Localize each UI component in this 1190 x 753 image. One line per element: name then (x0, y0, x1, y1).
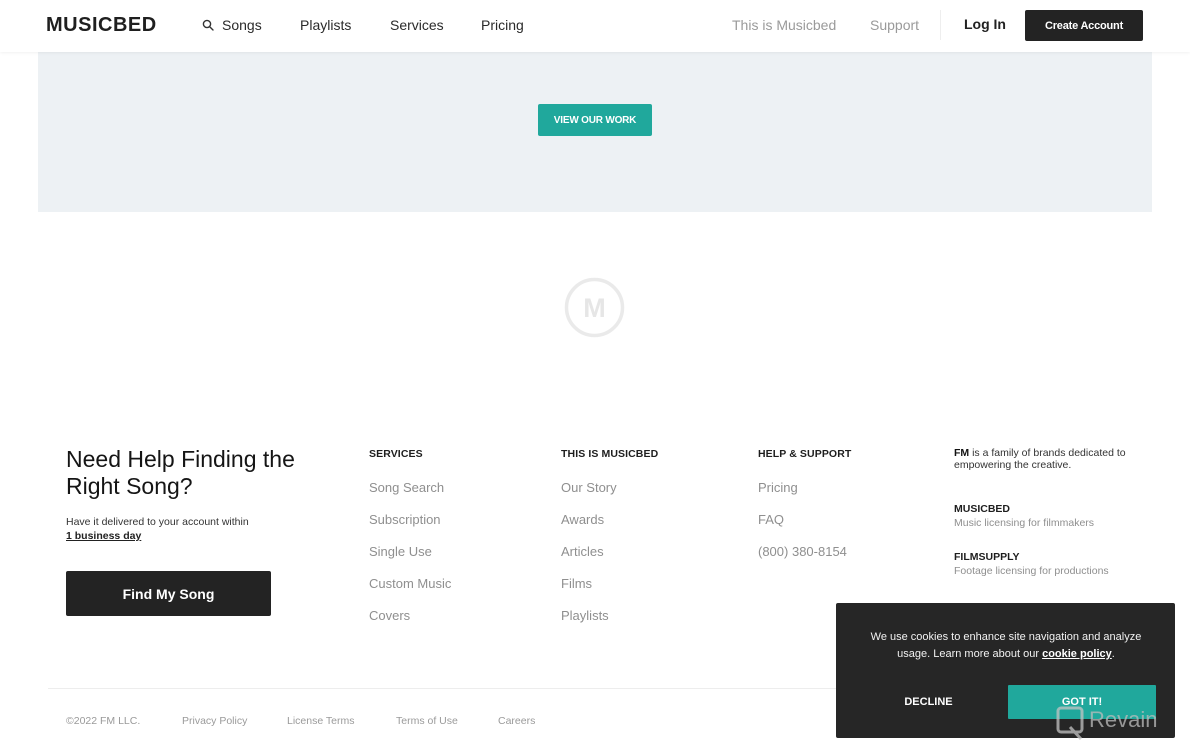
musicbed-m-logo-icon: M (564, 277, 625, 338)
footer-column-services: SERVICES Song Search Subscription Single… (369, 448, 451, 640)
revain-watermark: Revain (1055, 705, 1190, 745)
brand-name[interactable]: FILMSUPPLY (954, 551, 1134, 563)
column-heading: THIS IS MUSICBED (561, 448, 659, 460)
fm-brands-block: FM is a family of brands dedicated to em… (954, 447, 1134, 577)
brand-name[interactable]: MUSICBED (954, 503, 1134, 515)
find-my-song-button[interactable]: Find My Song (66, 571, 271, 616)
footer-link-articles[interactable]: Articles (561, 544, 658, 576)
cookie-message: We use cookies to enhance site navigatio… (856, 629, 1156, 663)
m-logo-letter: M (583, 293, 606, 323)
column-heading: SERVICES (369, 448, 423, 460)
view-our-work-button[interactable]: VIEW OUR WORK (538, 104, 652, 136)
footer-link-faq[interactable]: FAQ (758, 512, 851, 544)
search-icon[interactable] (202, 19, 214, 31)
fm-intro-bold: FM (954, 447, 970, 459)
careers-link[interactable]: Careers (498, 715, 535, 727)
nav-divider (940, 10, 941, 40)
footer-link-films[interactable]: Films (561, 576, 658, 608)
footer-link-phone[interactable]: (800) 380-8154 (758, 544, 851, 576)
musicbed-logo[interactable]: MUSICBED (46, 14, 157, 37)
column-heading: HELP & SUPPORT (758, 448, 852, 460)
nav-pricing[interactable]: Pricing (481, 17, 524, 33)
nav-support[interactable]: Support (870, 17, 919, 33)
help-subtitle-text: Have it delivered to your account within (66, 516, 249, 528)
footer-link-pricing[interactable]: Pricing (758, 480, 851, 512)
footer-column-help-support: HELP & SUPPORT Pricing FAQ (800) 380-815… (758, 448, 851, 576)
footer-divider (48, 688, 838, 689)
fm-intro: FM is a family of brands dedicated to em… (954, 447, 1134, 471)
nav-services[interactable]: Services (390, 17, 444, 33)
brand-musicbed[interactable]: MUSICBED Music licensing for filmmakers (954, 503, 1134, 529)
footer-link-our-story[interactable]: Our Story (561, 480, 658, 512)
brand-description: Music licensing for filmmakers (954, 517, 1095, 529)
license-terms-link[interactable]: License Terms (287, 715, 355, 727)
nav-songs[interactable]: Songs (222, 17, 262, 33)
footer-link-awards[interactable]: Awards (561, 512, 658, 544)
business-day-link[interactable]: 1 business day (66, 529, 249, 543)
footer-link-custom-music[interactable]: Custom Music (369, 576, 451, 608)
top-navigation-bar: MUSICBED Songs Playlists Services Pricin… (0, 0, 1190, 52)
fm-intro-text: is a family of brands dedicated to empow… (954, 447, 1126, 471)
cookie-message-end: . (1111, 648, 1115, 660)
footer-column-this-is-musicbed: THIS IS MUSICBED Our Story Awards Articl… (561, 448, 658, 640)
nav-playlists[interactable]: Playlists (300, 17, 351, 33)
copyright: ©2022 FM LLC. (66, 715, 141, 727)
revain-logo-icon (1056, 706, 1084, 741)
privacy-policy-link[interactable]: Privacy Policy (182, 715, 247, 727)
create-account-button[interactable]: Create Account (1025, 10, 1143, 41)
footer-link-single-use[interactable]: Single Use (369, 544, 451, 576)
footer-link-song-search[interactable]: Song Search (369, 480, 451, 512)
revain-watermark-text: Revain (1089, 707, 1158, 732)
decline-cookies-button[interactable]: DECLINE (881, 686, 976, 718)
help-subtitle: Have it delivered to your account within… (66, 515, 249, 543)
terms-of-use-link[interactable]: Terms of Use (396, 715, 458, 727)
brand-filmsupply[interactable]: FILMSUPPLY Footage licensing for product… (954, 551, 1134, 577)
login-link[interactable]: Log In (964, 16, 1006, 32)
footer-link-subscription[interactable]: Subscription (369, 512, 451, 544)
hero-panel: VIEW OUR WORK (38, 52, 1152, 212)
footer-link-covers[interactable]: Covers (369, 608, 451, 640)
cookie-policy-link[interactable]: cookie policy (1042, 648, 1112, 660)
nav-this-is-musicbed[interactable]: This is Musicbed (732, 17, 836, 33)
footer-link-playlists[interactable]: Playlists (561, 608, 658, 640)
brand-description: Footage licensing for productions (954, 565, 1109, 577)
help-heading: Need Help Finding the Right Song? (66, 446, 295, 499)
